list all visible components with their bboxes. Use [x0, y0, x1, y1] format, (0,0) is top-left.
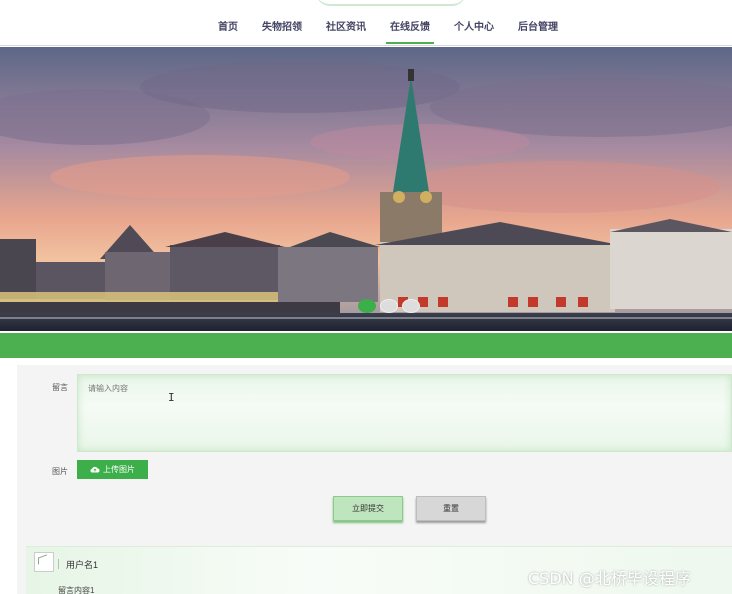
comment-content: 留言内容1: [58, 586, 95, 594]
banner-image: [0, 47, 732, 331]
reset-button[interactable]: 重置: [416, 496, 486, 521]
message-textarea[interactable]: [77, 374, 732, 452]
comment-username: 用户名1: [66, 560, 99, 570]
cloud-upload-icon: [90, 466, 100, 473]
decorative-arc: [316, 0, 466, 6]
main-nav: 首页 失物招领 社区资讯 在线反馈 个人中心 后台管理: [206, 20, 570, 44]
message-label: 留言: [52, 383, 68, 392]
carousel-dot-2[interactable]: [380, 299, 398, 313]
text-cursor-icon: I: [168, 391, 175, 404]
divider: [58, 559, 59, 569]
banner-carousel[interactable]: [0, 47, 732, 331]
nav-item-admin[interactable]: 后台管理: [506, 20, 570, 36]
nav-item-online-feedback[interactable]: 在线反馈: [378, 20, 442, 44]
carousel-dot-1[interactable]: [358, 299, 376, 313]
nav-item-home[interactable]: 首页: [206, 20, 250, 36]
section-divider-bar: [0, 333, 732, 358]
carousel-indicators: [358, 299, 420, 313]
submit-button[interactable]: 立即提交: [333, 496, 403, 521]
nav-item-lost-found[interactable]: 失物招领: [250, 20, 314, 36]
avatar: [34, 552, 54, 572]
nav-item-community-news[interactable]: 社区资讯: [314, 20, 378, 36]
top-navbar: 首页 失物招领 社区资讯 在线反馈 个人中心 后台管理: [0, 0, 732, 46]
carousel-dot-3[interactable]: [402, 299, 420, 313]
upload-image-label: 上传图片: [103, 465, 135, 474]
nav-item-personal-center[interactable]: 个人中心: [442, 20, 506, 36]
image-label: 图片: [52, 467, 68, 476]
watermark-text: CSDN @北桥毕设程序: [528, 569, 691, 588]
upload-image-button[interactable]: 上传图片: [77, 460, 148, 479]
